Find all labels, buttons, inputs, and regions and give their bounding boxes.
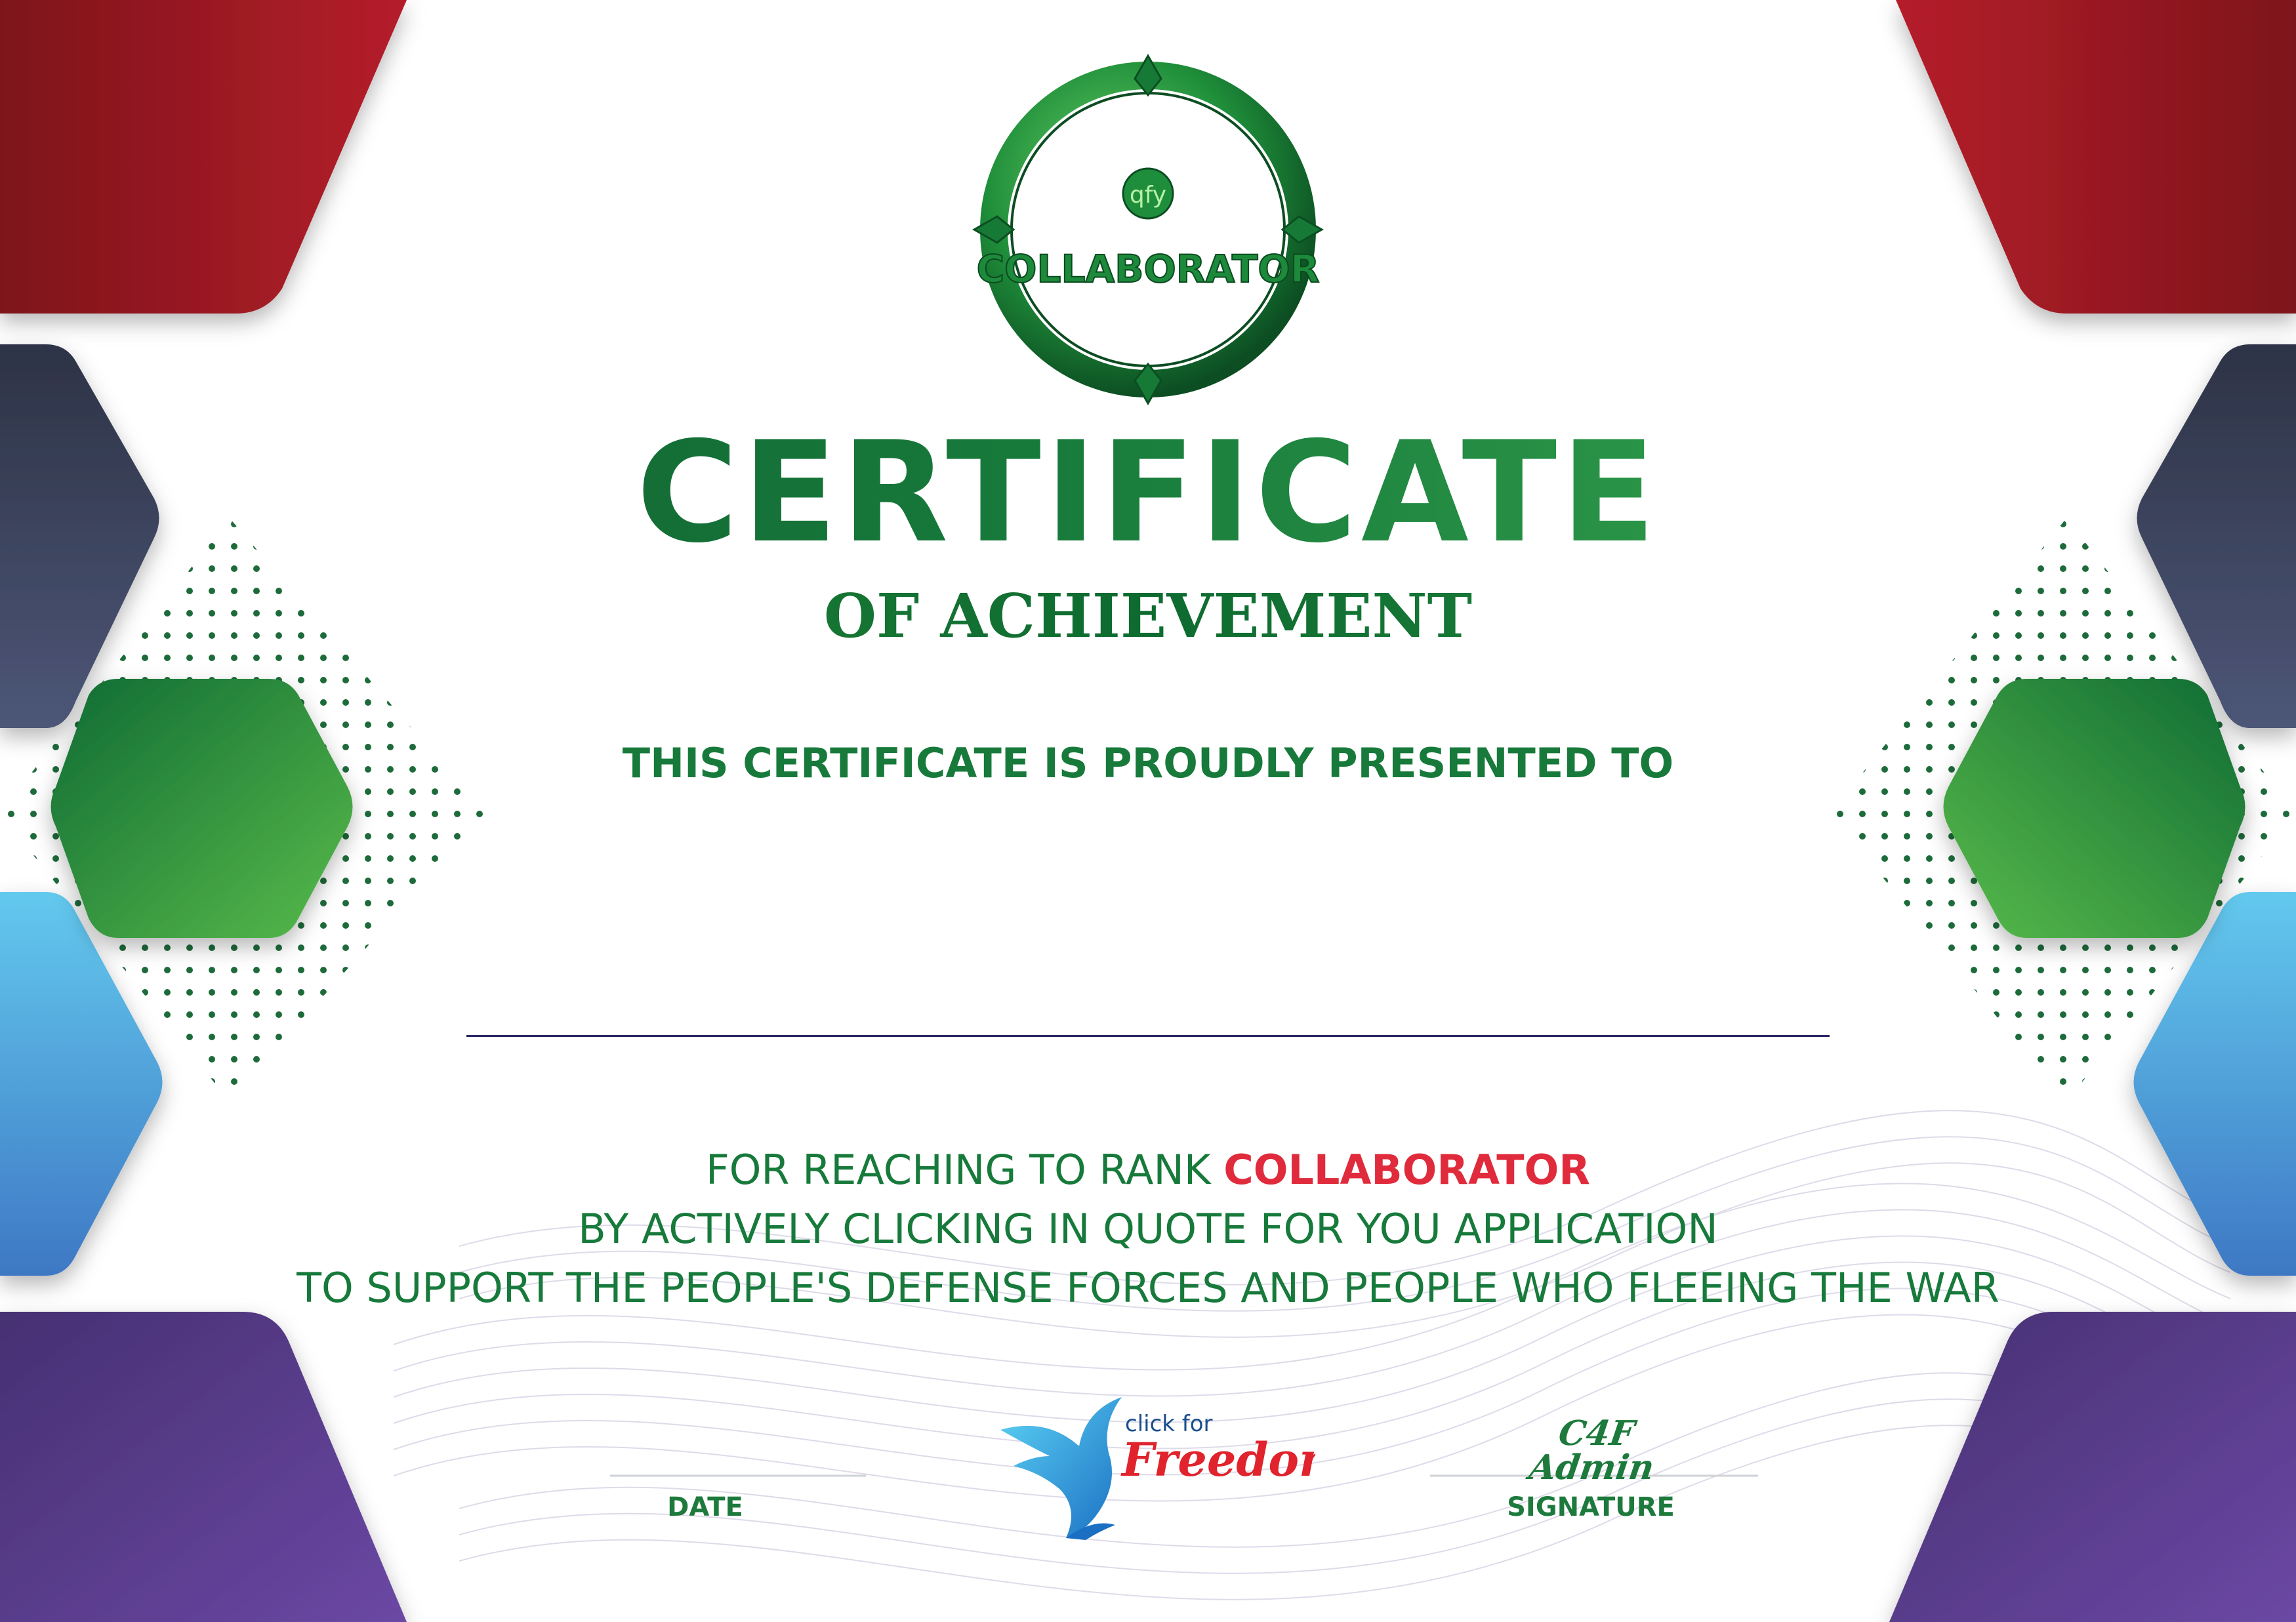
right-green-hexagon [1943, 679, 2245, 938]
recipient-name-line [466, 1035, 1830, 1037]
presented-to-text: THIS CERTIFICATE IS PROUDLY PRESENTED TO [622, 739, 1674, 787]
click-for-freedom-dove-logo-icon: click for Freedom [1000, 1397, 1315, 1540]
body-line-3: TO SUPPORT THE PEOPLE'S DEFENSE FORCES A… [297, 1264, 1999, 1312]
signature-text: C4F Admin [1527, 1413, 1657, 1488]
qfy-collaborator-badge-icon: qfy COLLABORATOR [972, 53, 1324, 406]
badge-monogram: qfy [1130, 182, 1166, 209]
badge-rank-label: COLLABORATOR [977, 247, 1320, 291]
right-red-shape [1896, 0, 2296, 314]
left-red-shape [0, 0, 407, 314]
certificate-title: CERTIFICATE [0, 423, 2296, 562]
rank-name: COLLABORATOR [1223, 1146, 1591, 1194]
right-purple-shape [1889, 1312, 2296, 1622]
logo-big-text: Freedom [1120, 1432, 1315, 1487]
body-line-1-prefix: FOR REACHING TO RANK [705, 1146, 1224, 1194]
body-line-1: FOR REACHING TO RANK COLLABORATOR [0, 1150, 2296, 1190]
left-green-hexagon [51, 679, 353, 938]
certificate-subtitle: OF ACHIEVEMENT [0, 586, 2296, 646]
signature-label: SIGNATURE [1507, 1492, 1675, 1522]
certificate-page: qfy COLLABORATOR CERTIFICATE OF ACHIEVEM… [0, 0, 2296, 1622]
date-label: DATE [667, 1492, 743, 1522]
body-line-2: BY ACTIVELY CLICKING IN QUOTE FOR YOU AP… [578, 1205, 1718, 1253]
left-purple-shape [0, 1312, 407, 1622]
